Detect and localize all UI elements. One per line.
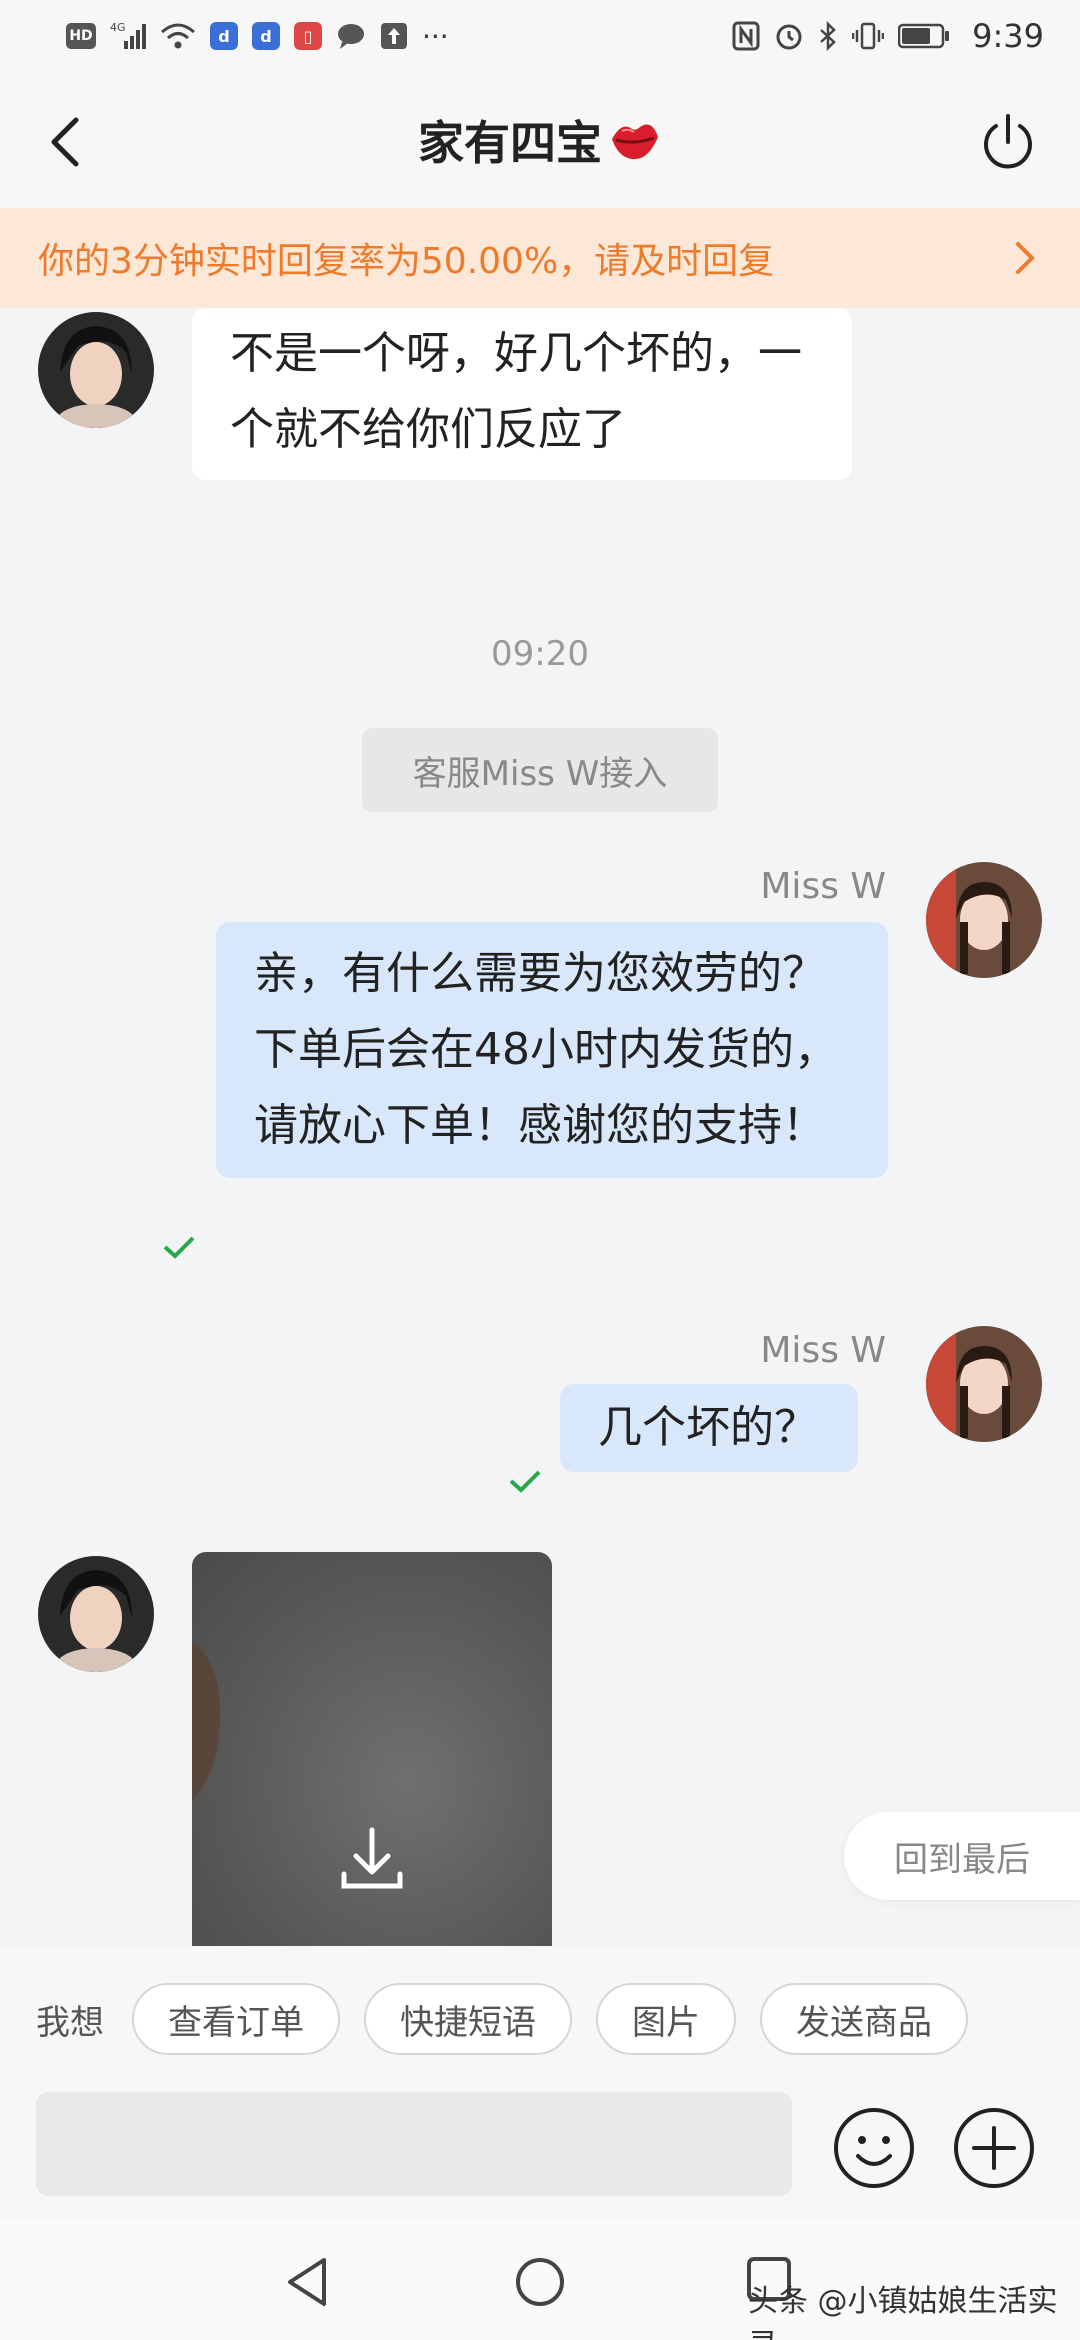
chat-area[interactable]: 不是一个呀，好几个坏的，一个就不给你们反应了 09:20 客服Miss W接入 … xyxy=(0,308,1080,1946)
image-chip[interactable]: 图片 xyxy=(596,1983,736,2055)
message-bubble-outgoing: 几个坏的？ xyxy=(560,1384,858,1472)
download-icon[interactable] xyxy=(338,1824,406,1896)
clock: 9:39 xyxy=(972,17,1044,55)
quick-action-bar: 我想 查看订单 快捷短语 图片 发送商品 xyxy=(0,1946,1080,2092)
header: 家有四宝 xyxy=(0,72,1080,208)
app-notification-icon: d xyxy=(210,22,238,50)
shop-name: 家有四宝 xyxy=(418,116,602,170)
view-order-chip[interactable]: 查看订单 xyxy=(132,1983,340,2055)
image-content xyxy=(192,1642,221,1802)
agent-avatar[interactable] xyxy=(926,1326,1042,1442)
nav-home-icon[interactable] xyxy=(514,2256,566,2308)
plus-icon[interactable] xyxy=(952,2106,1036,2190)
message-icon xyxy=(336,22,366,50)
send-product-chip[interactable]: 发送商品 xyxy=(760,1983,968,2055)
page-title: 家有四宝 xyxy=(418,107,662,173)
read-check-icon xyxy=(509,1470,541,1493)
customer-avatar[interactable] xyxy=(38,312,154,428)
message-timestamp: 09:20 xyxy=(491,634,589,674)
svg-text:4G: 4G xyxy=(110,21,126,34)
agent-avatar[interactable] xyxy=(926,862,1042,978)
customer-avatar[interactable] xyxy=(38,1556,154,1672)
message-input[interactable] xyxy=(36,2092,792,2196)
back-to-latest-button[interactable]: 回到最后 xyxy=(844,1812,1080,1900)
wifi-icon xyxy=(160,22,196,50)
nfc-icon xyxy=(732,21,760,51)
battery-icon xyxy=(898,23,950,49)
book-app-icon: ▯ xyxy=(294,22,322,50)
alarm-icon xyxy=(774,21,804,51)
image-message[interactable] xyxy=(192,1552,552,1946)
chevron-left-icon xyxy=(51,117,79,167)
status-bar: HD 4G d d ▯ ··· 9:39 xyxy=(0,0,1080,72)
emoji-icon[interactable] xyxy=(832,2106,916,2190)
input-bar xyxy=(0,2092,1080,2220)
chevron-right-icon xyxy=(1016,242,1035,274)
status-bar-left: HD 4G d d ▯ ··· xyxy=(66,20,449,53)
agent-name: Miss W xyxy=(760,866,886,907)
bluetooth-icon xyxy=(818,21,838,51)
message-bubble-outgoing: 亲，有什么需要为您效劳的？下单后会在48小时内发货的，请放心下单！感谢您的支持！ xyxy=(216,922,888,1178)
system-nav-bar: 头条 @小镇姑娘生活实录 xyxy=(0,2220,1080,2340)
message-bubble-incoming: 不是一个呀，好几个坏的，一个就不给你们反应了 xyxy=(192,308,852,480)
agent-name: Miss W xyxy=(760,1330,886,1371)
quick-action-label: 我想 xyxy=(36,2002,104,2043)
nav-back-icon[interactable] xyxy=(284,2256,332,2308)
read-check-icon xyxy=(163,1236,195,1259)
quick-phrases-chip[interactable]: 快捷短语 xyxy=(364,1983,572,2055)
hd-badge: HD xyxy=(66,23,96,49)
watermark: 头条 @小镇姑娘生活实录 xyxy=(748,2284,1058,2340)
signal-icon: 4G xyxy=(110,21,146,51)
upload-icon xyxy=(380,22,408,50)
status-bar-right: 9:39 xyxy=(732,17,1044,55)
reply-rate-notice[interactable]: 你的3分钟实时回复率为50.00%，请及时回复 xyxy=(0,208,1080,308)
more-notifications-icon: ··· xyxy=(422,19,449,53)
app-notification-icon: d xyxy=(252,22,280,50)
end-session-button[interactable] xyxy=(976,110,1040,174)
lips-emoji-icon xyxy=(612,124,658,160)
vibrate-icon xyxy=(852,21,885,51)
notice-text: 你的3分钟实时回复率为50.00%，请及时回复 xyxy=(38,241,775,282)
system-message: 客服Miss W接入 xyxy=(362,728,718,812)
back-button[interactable] xyxy=(40,112,100,172)
power-icon xyxy=(984,114,1032,169)
